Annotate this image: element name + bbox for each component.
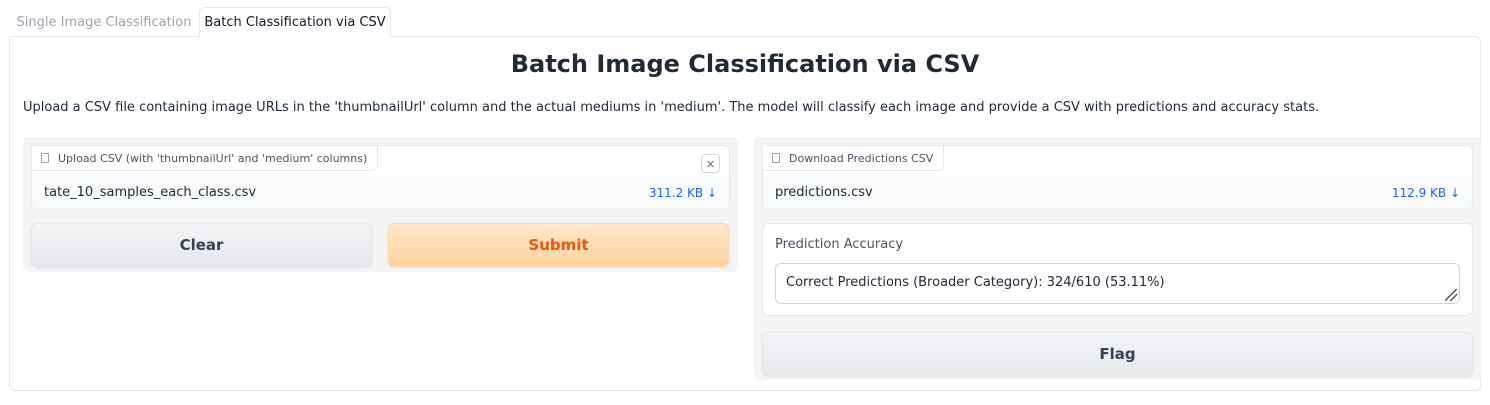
uploaded-file-download-link[interactable]: 311.2 KB ↓ [649,186,717,200]
page-description: Upload a CSV file containing image URLs … [23,100,1320,115]
download-file-name: predictions.csv [775,185,873,200]
download-file-row: predictions.csv 112.9 KB ↓ [763,177,1472,208]
uploaded-file-row: tate_10_samples_each_class.csv 311.2 KB … [32,177,729,208]
clear-button[interactable]: Clear [31,223,372,267]
download-csv-label: Download Predictions CSV [763,146,945,171]
resize-handle-icon[interactable] [1445,289,1457,301]
flag-button[interactable]: Flag [762,332,1473,376]
tab-panel: Batch Image Classification via CSV Uploa… [9,36,1481,391]
tab-single-image-classification[interactable]: Single Image Classification [9,7,199,37]
upload-csv-label: Upload CSV (with 'thumbnailUrl' and 'med… [32,146,379,171]
file-icon [772,153,780,163]
input-column: Upload CSV (with 'thumbnailUrl' and 'med… [23,137,738,272]
submit-button[interactable]: Submit [388,223,729,267]
uploaded-file-name: tate_10_samples_each_class.csv [44,185,257,200]
upload-csv-field[interactable]: Upload CSV (with 'thumbnailUrl' and 'med… [31,145,730,208]
page-title: Batch Image Classification via CSV [510,50,980,78]
prediction-accuracy-label: Prediction Accuracy [775,237,904,252]
close-icon[interactable]: × [701,154,720,173]
download-csv-label-text: Download Predictions CSV [789,151,934,165]
tab-batch-classification[interactable]: Batch Classification via CSV [199,7,391,37]
upload-csv-label-text: Upload CSV (with 'thumbnailUrl' and 'med… [58,151,368,165]
tab-bar: Single Image Classification Batch Classi… [9,7,1481,37]
prediction-accuracy-textarea[interactable]: Correct Predictions (Broader Category): … [775,263,1460,304]
download-csv-field: Download Predictions CSV predictions.csv… [762,145,1473,208]
file-icon [41,153,49,163]
output-column: Download Predictions CSV predictions.csv… [754,137,1481,380]
prediction-accuracy-value: Correct Predictions (Broader Category): … [786,275,1165,290]
download-file-link[interactable]: 112.9 KB ↓ [1392,186,1460,200]
prediction-accuracy-box: Prediction Accuracy Correct Predictions … [762,223,1473,316]
